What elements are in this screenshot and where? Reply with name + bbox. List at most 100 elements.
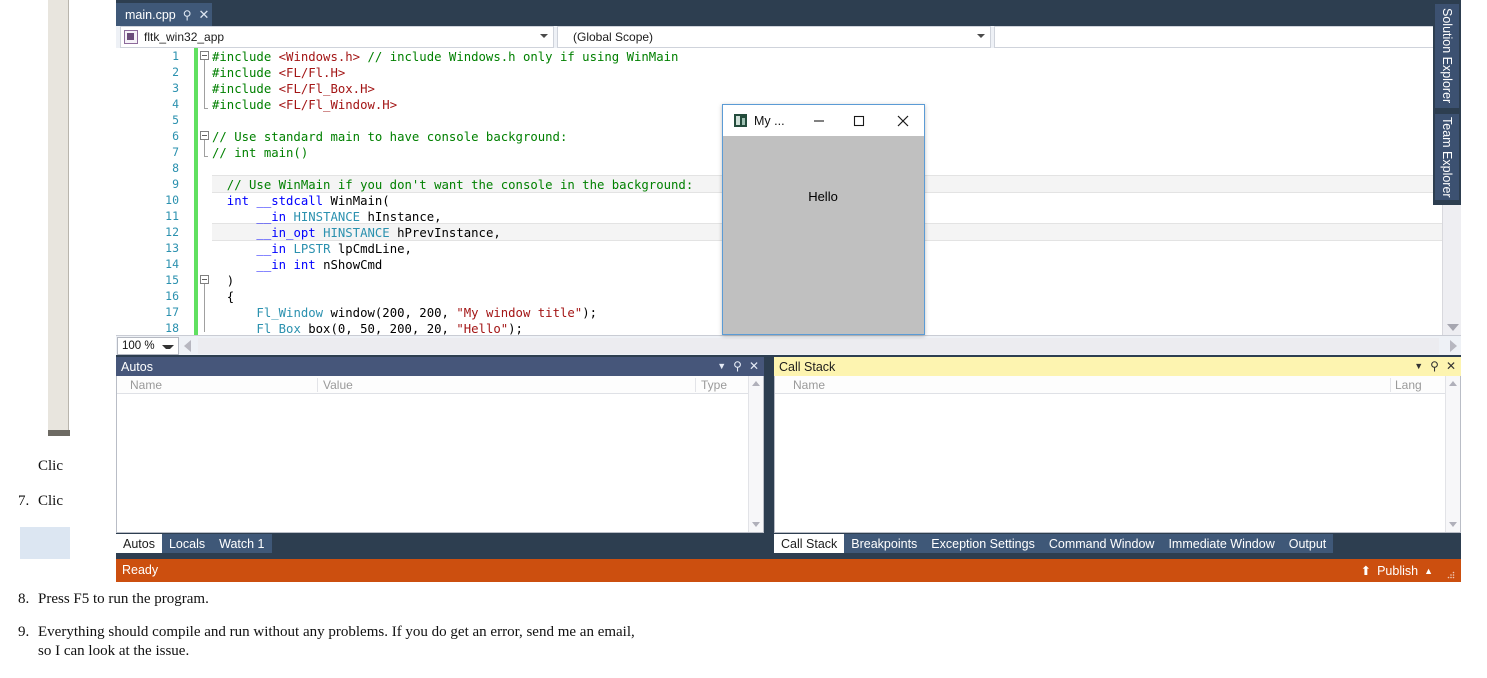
code-token: Fl_Box — [256, 322, 301, 336]
dock-tab-locals[interactable]: Locals — [161, 534, 213, 553]
zoom-level-combo[interactable]: 100 % — [117, 337, 179, 355]
code-token: "Hello" — [456, 322, 509, 336]
vertical-tab-solution-explorer[interactable]: Solution Explorer — [1435, 4, 1459, 108]
dock-tab-command-window[interactable]: Command Window — [1041, 534, 1162, 553]
column-divider[interactable] — [317, 378, 318, 392]
editor-horizontal-scrollbar[interactable] — [198, 338, 1439, 354]
code-line[interactable]: int __stdcall WinMain( — [212, 193, 390, 209]
code-line[interactable]: __in int nShowCmd — [212, 257, 382, 273]
code-token: #include — [212, 98, 279, 112]
pin-icon[interactable]: ⚲ — [733, 359, 742, 373]
code-line[interactable]: #include <FL/Fl_Window.H> — [212, 97, 397, 113]
outlining-column[interactable] — [200, 48, 212, 335]
dock-tab-exception-settings[interactable]: Exception Settings — [924, 534, 1042, 553]
code-line[interactable]: #include <Windows.h> // include Windows.… — [212, 49, 678, 65]
code-line[interactable]: // Use WinMain if you don't want the con… — [212, 177, 693, 193]
close-icon[interactable]: ✕ — [199, 8, 210, 21]
scroll-down-icon[interactable] — [1447, 324, 1459, 331]
document-item-8-number: 8. — [18, 591, 30, 607]
code-line[interactable]: // Use standard main to have console bac… — [212, 129, 567, 145]
dock-tab-autos[interactable]: Autos — [116, 534, 162, 553]
column-divider[interactable] — [1390, 378, 1391, 392]
code-token: box(0, 50, 200, 20, — [300, 322, 457, 336]
code-token: <FL/Fl_Box.H> — [278, 82, 375, 96]
minimize-button[interactable] — [801, 105, 836, 136]
scroll-down-icon[interactable] — [1449, 522, 1457, 527]
line-number: 9 — [172, 177, 179, 191]
dock-tab-call-stack[interactable]: Call Stack — [774, 534, 845, 553]
close-icon[interactable]: ✕ — [1446, 359, 1456, 373]
member-scope-combo[interactable] — [994, 26, 1457, 48]
callstack-tool-window: Call Stack ▼ ⚲ ✕ Name Lang — [774, 357, 1461, 533]
zoom-level-value: 100 % — [122, 340, 155, 352]
code-token: hPrevInstance, — [389, 226, 501, 240]
line-number: 3 — [172, 81, 179, 95]
autos-grid[interactable]: Name Value Type — [116, 376, 764, 533]
chevron-down-icon[interactable] — [162, 345, 174, 349]
code-token: // include Windows.h only if using WinMa… — [360, 50, 679, 64]
chevron-down-icon[interactable]: ▼ — [717, 359, 726, 373]
fltk-app-window[interactable]: My ... Hello — [722, 104, 925, 335]
project-scope-combo[interactable]: fltk_win32_app — [120, 26, 554, 48]
code-line[interactable]: __in LPSTR lpCmdLine, — [212, 241, 412, 257]
publish-button[interactable]: ⬆ Publish ▲ — [1361, 563, 1433, 579]
scroll-up-icon[interactable] — [1449, 381, 1457, 386]
vertical-tab-team-explorer[interactable]: Team Explorer — [1435, 114, 1459, 200]
autos-column-name[interactable]: Name — [130, 378, 162, 392]
scroll-left-icon[interactable] — [184, 340, 191, 352]
autos-column-type[interactable]: Type — [701, 378, 727, 392]
line-number: 17 — [165, 305, 179, 319]
outline-collapse-icon[interactable] — [200, 275, 209, 284]
code-line[interactable]: #include <FL/Fl.H> — [212, 65, 345, 81]
chevron-down-icon[interactable] — [977, 34, 985, 38]
editor-tab-main-cpp[interactable]: main.cpp ⚲ ✕ — [116, 3, 212, 26]
scroll-right-icon[interactable] — [1450, 340, 1457, 352]
dock-tab-label: Breakpoints — [851, 536, 918, 551]
autos-column-value[interactable]: Value — [323, 378, 353, 392]
code-line[interactable]: __in_opt HINSTANCE hPrevInstance, — [212, 225, 501, 241]
chevron-down-icon[interactable] — [540, 34, 548, 38]
outline-collapse-icon[interactable] — [200, 131, 209, 140]
scroll-up-icon[interactable] — [752, 381, 760, 386]
close-icon — [897, 115, 908, 126]
callstack-scrollbar[interactable] — [1445, 376, 1460, 532]
outline-bracket-line — [204, 284, 205, 332]
callstack-grid[interactable]: Name Lang — [774, 376, 1461, 533]
outline-bracket-line — [204, 140, 205, 156]
global-scope-value: (Global Scope) — [573, 30, 654, 44]
code-line[interactable]: { — [212, 289, 234, 305]
chevron-down-icon[interactable]: ▼ — [1414, 359, 1423, 373]
project-icon — [124, 30, 138, 44]
outline-bracket-foot — [204, 108, 208, 109]
close-button[interactable] — [885, 105, 920, 136]
code-line[interactable]: ) — [212, 273, 234, 289]
code-line[interactable]: Fl_Window window(200, 200, "My window ti… — [212, 305, 597, 321]
dock-tab-watch-1[interactable]: Watch 1 — [212, 534, 272, 553]
maximize-button[interactable] — [841, 105, 876, 136]
column-divider[interactable] — [695, 378, 696, 392]
code-line[interactable]: // int main() — [212, 145, 308, 161]
outline-collapse-icon[interactable] — [200, 51, 209, 60]
dock-tab-label: Output — [1288, 536, 1327, 551]
callstack-column-name[interactable]: Name — [793, 378, 825, 392]
resize-grip-icon[interactable] — [1447, 571, 1455, 579]
dock-tab-immediate-window[interactable]: Immediate Window — [1161, 534, 1282, 553]
callstack-column-language[interactable]: Lang — [1395, 378, 1422, 392]
fltk-client-area[interactable]: Hello — [723, 136, 924, 334]
global-scope-combo[interactable]: (Global Scope) — [557, 26, 991, 48]
dock-tab-breakpoints[interactable]: Breakpoints — [844, 534, 925, 553]
close-icon[interactable]: ✕ — [749, 359, 759, 373]
dock-tab-output[interactable]: Output — [1281, 534, 1334, 553]
pin-icon[interactable]: ⚲ — [1430, 359, 1439, 373]
code-line[interactable]: __in HINSTANCE hInstance, — [212, 209, 441, 225]
pin-icon[interactable]: ⚲ — [183, 9, 192, 21]
line-number: 6 — [172, 129, 179, 143]
scroll-down-icon[interactable] — [752, 522, 760, 527]
document-item-9-line-2: so I can look at the issue. — [38, 643, 190, 659]
line-number: 12 — [165, 225, 179, 239]
code-line[interactable]: #include <FL/Fl_Box.H> — [212, 81, 375, 97]
autos-scrollbar[interactable] — [748, 376, 763, 532]
code-token: __stdcall — [256, 194, 324, 208]
line-number-gutter: 1 2 3 4 5 6 7 8 9 10 11 12 13 14 15 16 17 18 — [116, 48, 185, 335]
